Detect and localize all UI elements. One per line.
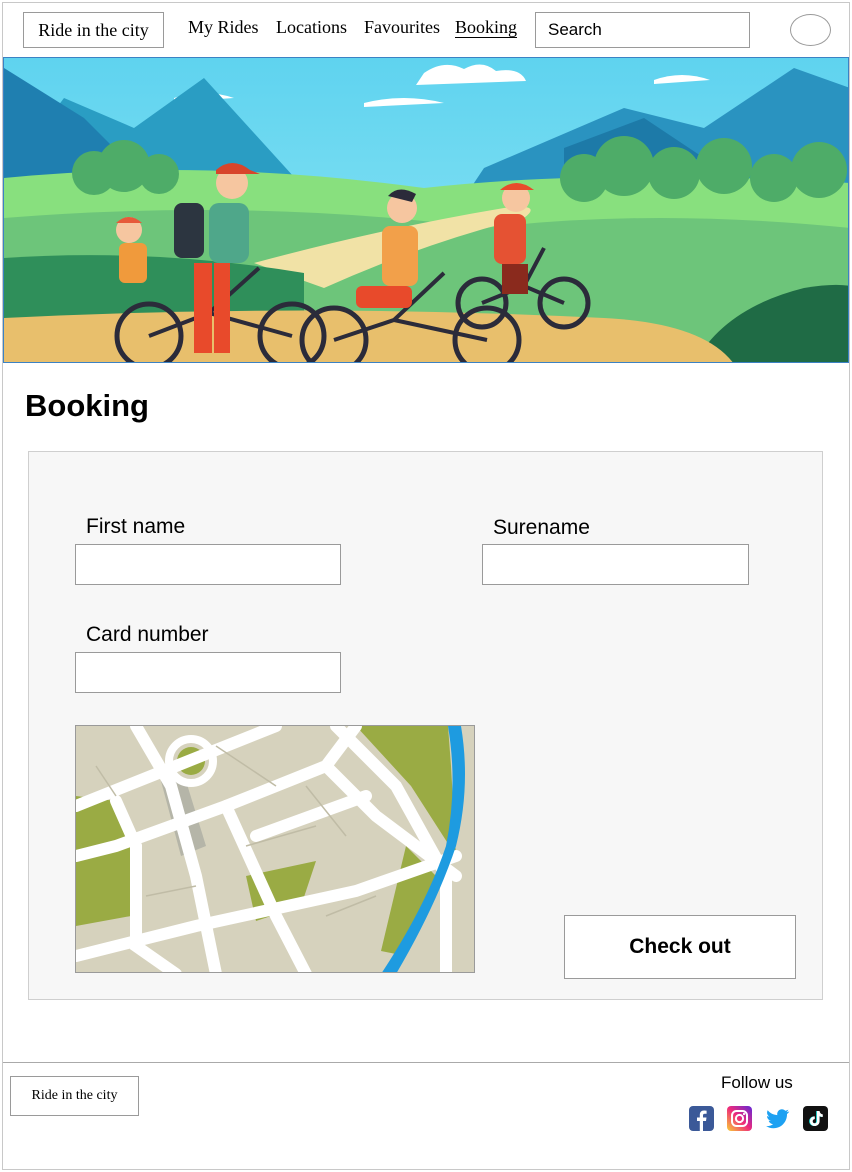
- first-name-field[interactable]: [75, 544, 341, 585]
- nav-favourites[interactable]: Favourites: [364, 17, 440, 38]
- nav-my-rides[interactable]: My Rides: [188, 17, 259, 38]
- search-input[interactable]: [535, 12, 750, 48]
- page-title: Booking: [25, 388, 149, 423]
- instagram-icon[interactable]: [727, 1106, 752, 1131]
- surname-field[interactable]: [482, 544, 749, 585]
- facebook-icon[interactable]: [689, 1106, 714, 1131]
- surname-label: Surename: [493, 516, 590, 539]
- hero-illustration: [4, 58, 848, 362]
- twitter-icon[interactable]: [765, 1106, 790, 1131]
- footer-logo[interactable]: Ride in the city: [10, 1076, 139, 1116]
- hero-banner: [3, 57, 849, 363]
- footer-divider: [3, 1062, 849, 1063]
- avatar[interactable]: [790, 14, 831, 46]
- card-number-label: Card number: [86, 623, 209, 646]
- follow-us-label: Follow us: [721, 1073, 793, 1092]
- tiktok-icon[interactable]: [803, 1106, 828, 1131]
- map-illustration: [76, 726, 474, 972]
- card-number-field[interactable]: [75, 652, 341, 693]
- site-logo[interactable]: Ride in the city: [23, 12, 164, 48]
- checkout-button[interactable]: Check out: [564, 915, 796, 979]
- first-name-label: First name: [86, 515, 186, 538]
- location-map[interactable]: [75, 725, 475, 973]
- nav-booking[interactable]: Booking: [455, 17, 517, 38]
- nav-locations[interactable]: Locations: [276, 17, 347, 38]
